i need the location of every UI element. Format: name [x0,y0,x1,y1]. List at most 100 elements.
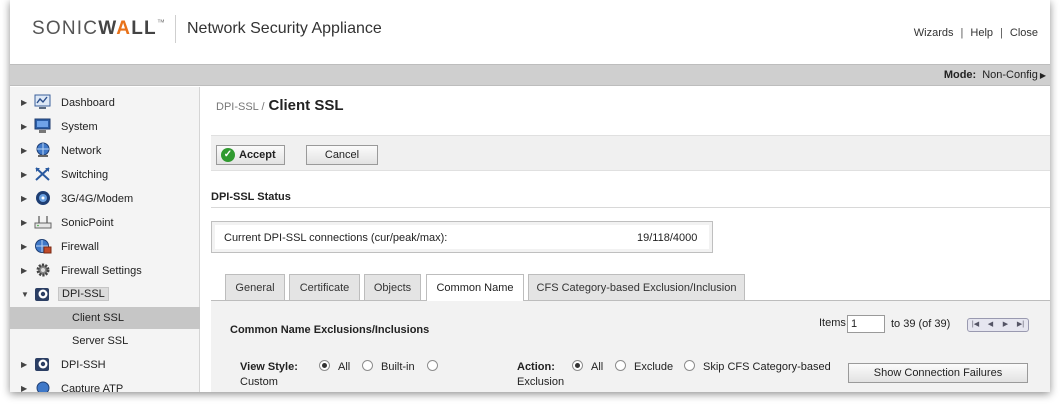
access-point-icon [34,216,52,229]
items-label: Items [819,317,846,329]
breadcrumb: DPI-SSL / Client SSL [216,97,344,114]
radio-icon [684,360,695,371]
items-start-input[interactable]: 1 [847,315,885,333]
sidebar-item-dpi-ssl[interactable]: ▼ DPI-SSL [10,283,200,307]
expand-arrow-icon[interactable]: ▶ [21,98,27,107]
view-custom-radio[interactable] [427,360,438,373]
prev-page-icon[interactable]: ◀ [984,320,997,330]
expand-arrow-icon[interactable]: ▶ [21,122,27,131]
sidebar-item-dpi-ssh[interactable]: ▶ DPI-SSH [10,353,200,377]
action-all-label: All [591,361,604,373]
dpi-ssh-icon [35,358,49,371]
action-exclude-radio[interactable] [615,360,626,373]
action-all-radio[interactable] [572,360,583,373]
header-divider [175,15,176,43]
next-page-icon[interactable]: ▶ [999,320,1012,330]
sidebar-subitem-server-ssl[interactable]: Server SSL [10,330,200,352]
accept-button[interactable]: ✓ Accept [216,145,285,165]
sidebar-item-sonicpoint[interactable]: ▶ SonicPoint [10,211,200,235]
tab-objects[interactable]: Objects [364,274,421,300]
sidebar-item-label: Network [61,145,102,157]
sidebar-item-system[interactable]: ▶ System [10,115,200,139]
radio-selected-icon [572,360,583,371]
radio-selected-icon [319,360,330,371]
switching-arrows-icon [35,167,50,181]
mode-indicator[interactable]: Mode: Non-Config ▶ [944,69,1046,81]
cancel-button[interactable]: Cancel [306,145,378,165]
expand-arrow-icon[interactable]: ▶ [21,384,27,392]
sidebar-item-label: Capture ATP [61,383,124,392]
view-builtin-label: Built-in [381,361,415,373]
expand-arrow-icon[interactable]: ▶ [21,360,27,369]
expand-arrow-icon[interactable]: ▶ [21,194,27,203]
top-links: Wizards | Help | Close [913,27,1038,39]
close-link[interactable]: Close [1010,27,1038,39]
view-all-radio[interactable] [319,360,330,373]
main-content: DPI-SSL / Client SSL ✓ Accept Cancel DPI-… [201,87,1050,392]
mode-value: Non-Config [982,69,1038,81]
sidebar-item-firewall-settings[interactable]: ▶ Firewall Settings [10,259,200,283]
sidebar-item-dashboard[interactable]: ▶ Dashboard [10,91,200,115]
sidebar-item-label: SonicPoint [61,217,114,229]
show-connection-failures-button[interactable]: Show Connection Failures [848,363,1028,383]
breadcrumb-parent-link[interactable]: DPI-SSL / [216,101,265,113]
sidebar-item-label: Switching [61,169,109,181]
action-exclusion-label: Exclusion [517,376,565,388]
sidebar-item-label: Dashboard [61,97,115,109]
tab-general[interactable]: General [225,274,285,300]
sidebar-item-3g-4g-modem[interactable]: ▶ 3G/4G/Modem [10,187,200,211]
sidebar-item-label: 3G/4G/Modem [61,193,134,205]
page-title: Client SSL [268,97,344,114]
expand-arrow-icon[interactable]: ▶ [21,146,27,155]
network-globe-icon [36,142,50,157]
expand-arrow-icon[interactable]: ▶ [21,218,27,227]
expand-arrow-icon[interactable]: ▶ [21,170,27,179]
tab-cfs-category[interactable]: CFS Category-based Exclusion/Inclusion [528,274,745,300]
sidebar-subitem-label: Server SSL [72,335,129,347]
sidebar-item-label: System [61,121,98,133]
chevron-right-icon: ▶ [1039,71,1046,80]
help-link[interactable]: Help [970,27,993,39]
mode-label: Mode: [943,69,977,81]
sidebar-item-switching[interactable]: ▶ Switching [10,163,200,187]
tab-certificate[interactable]: Certificate [289,274,360,300]
wizards-link[interactable]: Wizards [914,27,954,39]
items-range: to 39 (of 39) [891,318,951,330]
view-style-label: View Style: [240,361,298,373]
sidebar-subitem-client-ssl[interactable]: Client SSL [10,307,200,329]
view-builtin-radio[interactable] [362,360,373,373]
sidebar-item-label: Firewall Settings [61,265,142,277]
sidebar-item-label: DPI-SSH [61,359,106,371]
dpi-ssl-status-box: Current DPI-SSL connections (cur/peak/ma… [211,221,713,253]
radio-icon [362,360,373,371]
modem-icon [36,191,50,205]
expand-arrow-icon[interactable]: ▶ [21,242,27,251]
dpi-ssl-status-heading: DPI-SSL Status [211,191,1050,208]
pager-nav-buttons: |◀ ◀ ▶ ▶| [967,318,1029,332]
first-page-icon[interactable]: |◀ [969,320,982,330]
app-title: Network Security Appliance [187,20,382,37]
sidebar-item-network[interactable]: ▶ Network [10,139,200,163]
tab-common-name[interactable]: Common Name [426,274,524,301]
radio-icon [615,360,626,371]
dashboard-icon [34,94,51,109]
sidebar-item-label: DPI-SSL [58,287,109,301]
action-skip-radio[interactable] [684,360,695,373]
view-custom-label: Custom [240,376,278,388]
radio-icon [427,360,438,371]
checkmark-icon: ✓ [221,148,235,162]
collapse-arrow-icon[interactable]: ▼ [21,290,29,299]
sidebar-item-label: Firewall [61,241,99,253]
connections-label: Current DPI-SSL connections (cur/peak/ma… [224,232,448,244]
monitor-icon [34,118,51,133]
sidebar-item-capture-atp[interactable]: ▶ Capture ATP [10,377,200,392]
common-name-section-title: Common Name Exclusions/Inclusions [230,324,430,336]
view-all-label: All [338,361,351,373]
top-header: SONICWALL™ Network Security Appliance Wi… [10,0,1050,64]
sonicwall-logo: SONICWALL™ [32,18,167,39]
dpi-ssl-icon [35,288,49,301]
sidebar-item-firewall[interactable]: ▶ Firewall [10,235,200,259]
expand-arrow-icon[interactable]: ▶ [21,266,27,275]
sidebar-subitem-label: Client SSL [72,312,124,324]
last-page-icon[interactable]: ▶| [1014,320,1027,330]
